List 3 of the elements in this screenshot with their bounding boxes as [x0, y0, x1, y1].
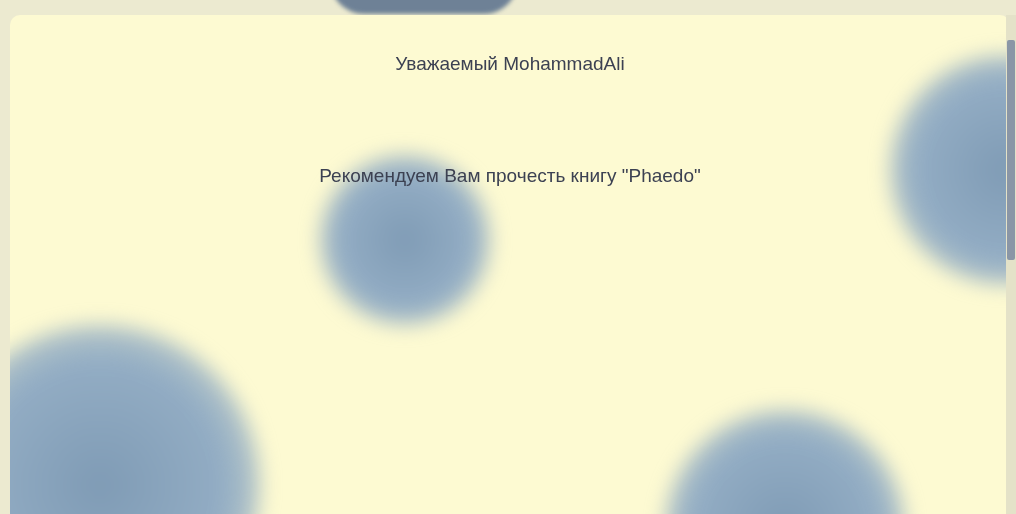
greeting-text: Уважаемый MohammadAli [395, 53, 625, 75]
scrollbar-thumb[interactable] [1007, 40, 1015, 260]
scrollbar[interactable] [1006, 15, 1016, 514]
